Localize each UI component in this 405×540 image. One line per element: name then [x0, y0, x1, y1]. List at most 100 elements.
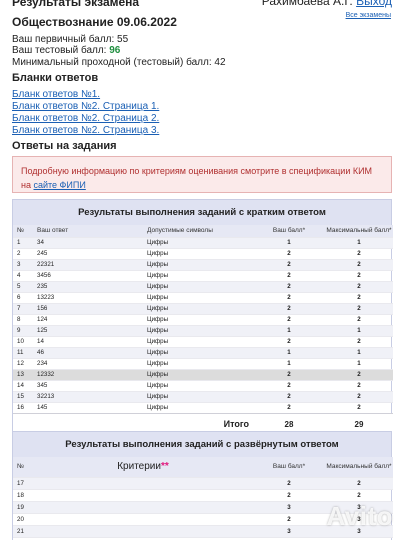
table-cell: 14 — [33, 335, 143, 347]
table-row: 16 145 Цифры 2 2 — [13, 401, 393, 413]
table-cell: 20 — [13, 512, 33, 525]
col2-your-score: Ваш балл* — [253, 457, 325, 477]
col-number: № — [13, 225, 33, 237]
table-cell: 16 — [13, 401, 33, 413]
col2-your-score-label: Ваш балл — [272, 463, 303, 471]
table-cell: 15 — [13, 390, 33, 402]
table-cell: 14 — [13, 379, 33, 391]
table-row: 11 46 Цифры 1 1 — [13, 346, 393, 358]
table-cell: 2 — [253, 368, 325, 380]
table-cell: 8 — [13, 313, 33, 325]
table-cell: 3 — [253, 524, 325, 537]
table-cell: Цифры — [143, 379, 253, 391]
short-table-header-row: № Ваш ответ Допустимые символы Ваш балл*… — [13, 225, 393, 237]
table-cell: 2 — [325, 401, 393, 413]
table-cell: 7 — [13, 302, 33, 314]
primary-score: Ваш первичный балл: 55 — [12, 34, 128, 45]
table-cell: 2 — [325, 390, 393, 402]
col-your-score-star: * — [302, 227, 306, 235]
table-cell: 1 — [253, 346, 325, 358]
table-cell: 2 — [253, 247, 325, 259]
table-cell: Цифры — [143, 368, 253, 380]
table-cell: 124 — [33, 313, 143, 325]
table-cell: Цифры — [143, 280, 253, 292]
table-cell: 145 — [33, 401, 143, 413]
table-cell: 2 — [253, 269, 325, 281]
table-cell: 5 — [13, 280, 33, 292]
table-cell: 13 — [13, 368, 33, 380]
table-cell: 2 — [325, 379, 393, 391]
table-cell: 4 — [13, 269, 33, 281]
table-cell: 1 — [253, 324, 325, 336]
test-score-label: Ваш тестовый балл: — [12, 45, 107, 56]
table-cell: Цифры — [143, 401, 253, 413]
table-cell: 19 — [13, 500, 33, 513]
col2-max-score-star: * — [389, 463, 392, 471]
table-row: 15 32213 Цифры 2 2 — [13, 390, 393, 402]
table-cell: Цифры — [143, 258, 253, 270]
col-max-score: Максимальный балл* — [325, 225, 393, 237]
top-bar: Результаты экзамена Рахимбаева А.Г. Выхо… — [0, 0, 405, 14]
table-cell: 2 — [253, 390, 325, 402]
table-row: 13 12332 Цифры 2 2 — [13, 368, 393, 380]
table-cell: 2 — [253, 476, 325, 489]
table-cell: 2 — [325, 258, 393, 270]
table-cell: 1 — [325, 236, 393, 248]
table-cell — [33, 476, 253, 489]
col-max-score-label: Максимальный балл — [326, 227, 390, 235]
col2-max-score: Максимальный балл* — [325, 457, 393, 477]
table-cell: Цифры — [143, 346, 253, 358]
table-cell: Цифры — [143, 335, 253, 347]
table-cell: 12332 — [33, 368, 143, 380]
info-notice: Подробную информацию по критериям оценив… — [12, 156, 392, 193]
table-row: 8 124 Цифры 2 2 — [13, 313, 393, 325]
primary-score-label: Ваш первичный балл: — [12, 34, 115, 45]
table-row: 5 235 Цифры 2 2 — [13, 280, 393, 292]
fipi-link[interactable]: сайте ФИПИ — [34, 180, 86, 190]
col2-your-score-star: * — [302, 463, 306, 471]
form-link-2-page-2[interactable]: Бланк ответов №2. Страница 2. — [12, 113, 159, 124]
form-link-2-page-3[interactable]: Бланк ответов №2. Страница 3. — [12, 125, 159, 136]
table-cell: Цифры — [143, 390, 253, 402]
table-cell: 2 — [253, 313, 325, 325]
logout-link[interactable]: Выход — [356, 0, 392, 8]
table-row: 18 2 2 — [13, 488, 393, 501]
table-cell: 2 — [325, 313, 393, 325]
long-table-header-row: № Критерии * * Ваш балл* Максимальный балл… — [13, 457, 393, 477]
table-cell: Цифры — [143, 247, 253, 259]
table-cell: 235 — [33, 280, 143, 292]
table-row: 1 34 Цифры 1 1 — [13, 236, 393, 248]
table-cell: 2 — [325, 247, 393, 259]
short-answer-table: Результаты выполнения заданий с кратким … — [12, 199, 393, 436]
table-cell: 3 — [13, 258, 33, 270]
primary-score-value: 55 — [117, 34, 129, 45]
table-cell: 2 — [253, 291, 325, 303]
col-your-score-label: Ваш балл — [272, 227, 303, 235]
exam-name: Обществознание 09.06.2022 — [12, 15, 177, 29]
table-cell: 2 — [325, 291, 393, 303]
table-row: 3 22321 Цифры 2 2 — [13, 258, 393, 270]
col2-criteria-label: Критерии — [117, 461, 161, 473]
all-exams-link[interactable]: Все экзамены — [346, 12, 391, 19]
table-cell: Цифры — [143, 269, 253, 281]
table-cell: Цифры — [143, 313, 253, 325]
table-cell: 1 — [325, 346, 393, 358]
user-box: Рахимбаева А.Г. Выход — [262, 0, 392, 8]
table-cell: Цифры — [143, 291, 253, 303]
form-link-2-page-1[interactable]: Бланк ответов №2. Страница 1. — [12, 101, 159, 112]
table-cell: 2 — [253, 512, 325, 525]
table-cell: 345 — [33, 379, 143, 391]
long-table-title: Результаты выполнения заданий с развёрну… — [13, 432, 391, 457]
table-cell: 2 — [253, 488, 325, 501]
answers-title: Ответы на задания — [12, 140, 117, 152]
col2-number: № — [13, 457, 33, 477]
table-cell: 32213 — [33, 390, 143, 402]
col-max-score-star: * — [389, 227, 392, 235]
form-link-1[interactable]: Бланк ответов №1. — [12, 89, 100, 100]
min-score-label: Минимальный проходной (тестовый) балл: — [12, 57, 212, 68]
table-cell: 2 — [253, 302, 325, 314]
table-row: 6 13223 Цифры 2 2 — [13, 291, 393, 303]
table-cell: 1 — [253, 236, 325, 248]
table-cell: 21 — [13, 524, 33, 537]
table-cell: 10 — [13, 335, 33, 347]
